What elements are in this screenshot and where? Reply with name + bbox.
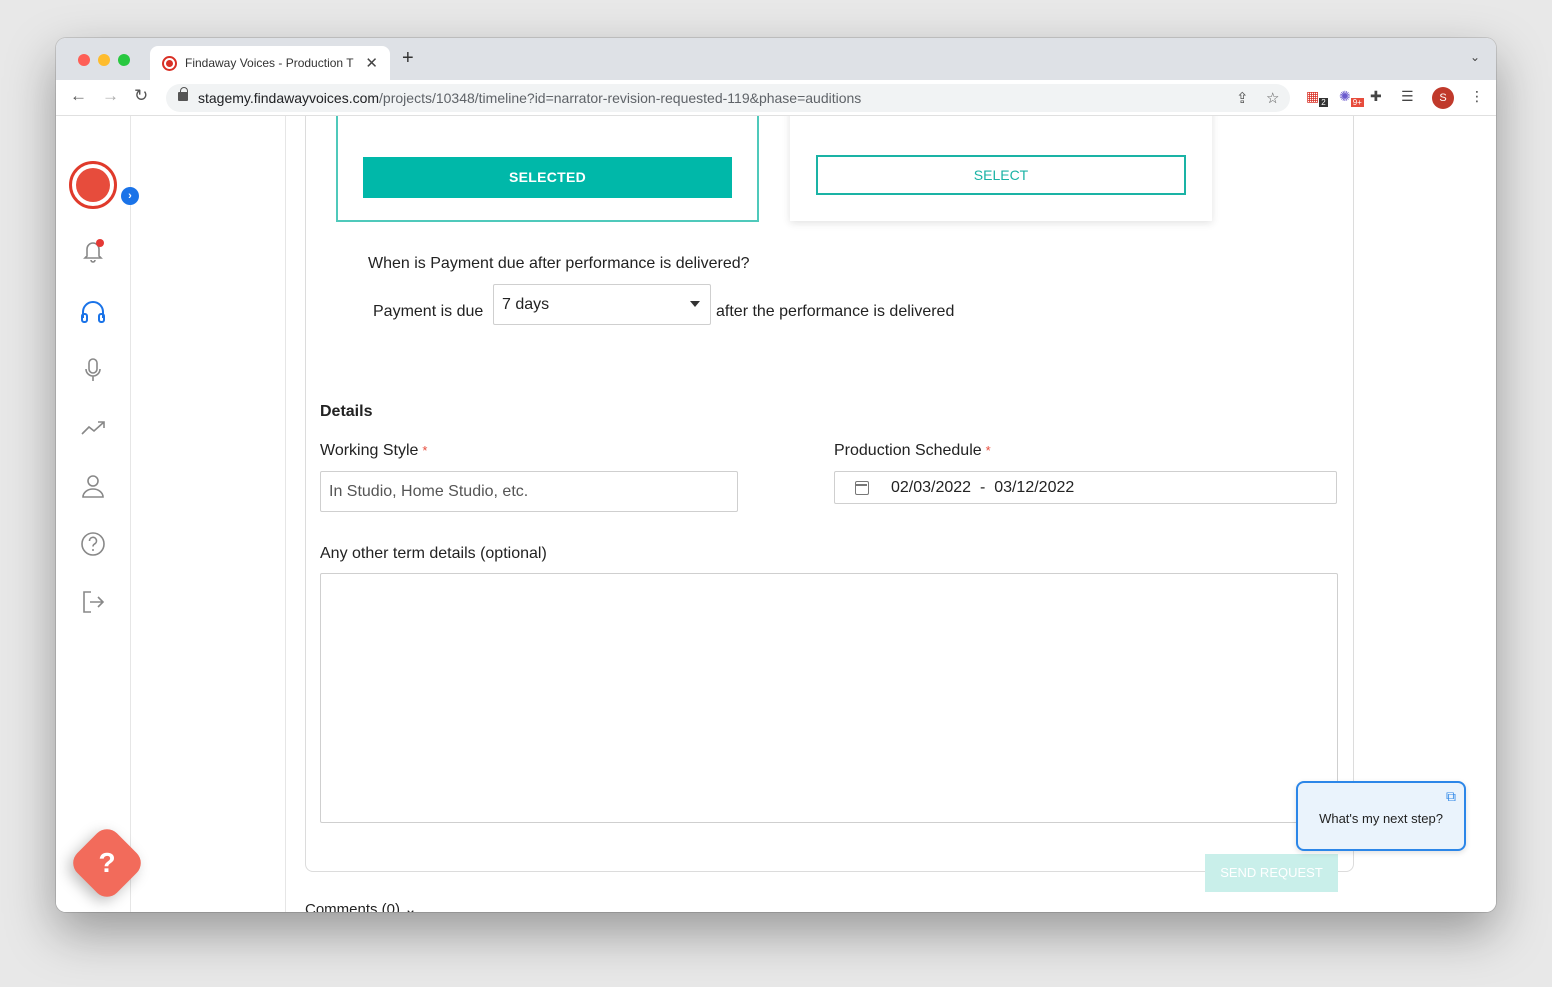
url-text: stagemy.findawayvoices.com/projects/1034… <box>198 90 862 106</box>
lock-icon <box>178 87 188 101</box>
minimize-window-button[interactable] <box>98 54 110 66</box>
calendar-icon <box>855 481 869 495</box>
comments-toggle[interactable]: Comments (0) ⌄ <box>305 900 417 912</box>
browser-window: Findaway Voices - Production T ✕ + ⌄ ← →… <box>56 38 1496 912</box>
working-style-input[interactable]: In Studio, Home Studio, etc. <box>320 471 738 512</box>
notification-bell-icon[interactable] <box>79 237 107 265</box>
headphones-icon[interactable] <box>79 298 107 326</box>
send-request-button[interactable]: SEND REQUEST <box>1205 854 1338 892</box>
payment-due-value: 7 days <box>502 296 550 313</box>
details-heading: Details <box>320 403 373 420</box>
extensions-puzzle-icon[interactable]: ✚ <box>1370 88 1382 105</box>
next-step-text: What's my next step? <box>1319 811 1443 826</box>
required-asterisk: * <box>985 443 991 458</box>
chevron-down-icon: ⌄ <box>404 901 417 912</box>
extension-calendar-icon[interactable]: ▦ 2 <box>1306 88 1328 107</box>
working-style-placeholder: In Studio, Home Studio, etc. <box>329 483 529 500</box>
working-style-label: Working Style * <box>320 442 428 459</box>
help-circle-icon[interactable] <box>79 530 107 558</box>
selected-button[interactable]: SELECTED <box>363 157 732 198</box>
schedule-date-range-text: 02/03/2022 - 03/12/2022 <box>891 479 1075 496</box>
microphone-icon[interactable] <box>79 356 107 384</box>
next-step-widget[interactable]: ⧉ What's my next step? <box>1296 781 1466 851</box>
reading-list-icon[interactable]: ☰ <box>1401 88 1414 105</box>
bookmark-star-icon[interactable]: ☆ <box>1266 89 1279 107</box>
required-asterisk: * <box>422 443 428 458</box>
secondary-sidebar <box>131 116 286 912</box>
payment-prefix-label: Payment is due <box>373 303 484 320</box>
tab-search-chevron-icon[interactable]: ⌄ <box>1470 50 1480 64</box>
back-arrow-icon[interactable]: ← <box>70 86 87 106</box>
share-icon[interactable]: ⇪ <box>1236 89 1249 107</box>
browser-menu-icon[interactable]: ⋮ <box>1470 88 1484 105</box>
page-content: › ? SELECTED SELECT When is Payment due … <box>56 116 1496 912</box>
zoom-window-button[interactable] <box>118 54 130 66</box>
address-bar[interactable]: stagemy.findawayvoices.com/projects/1034… <box>166 84 1290 112</box>
tab-strip: Findaway Voices - Production T ✕ + ⌄ <box>56 38 1496 80</box>
external-link-icon[interactable]: ⧉ <box>1446 788 1456 805</box>
extension-spark-icon[interactable]: ✺ 9+ <box>1339 88 1364 107</box>
profile-avatar[interactable]: S <box>1432 87 1454 109</box>
logout-icon[interactable] <box>79 588 107 616</box>
findaway-logo[interactable] <box>69 161 117 209</box>
other-terms-label: Any other term details (optional) <box>320 545 547 562</box>
new-tab-button[interactable]: + <box>402 47 414 70</box>
caret-down-icon <box>690 301 700 307</box>
tab-close-icon[interactable]: ✕ <box>365 54 378 72</box>
browser-toolbar: ← → ↻ stagemy.findawayvoices.com/project… <box>56 80 1496 116</box>
question-mark-icon: ? <box>98 847 116 878</box>
tab-title: Findaway Voices - Production T <box>185 56 354 70</box>
close-window-button[interactable] <box>78 54 90 66</box>
production-schedule-date-range[interactable]: 02/03/2022 - 03/12/2022 <box>834 471 1337 504</box>
trending-up-icon[interactable] <box>79 414 107 442</box>
other-terms-textarea[interactable] <box>320 573 1338 823</box>
forward-arrow-icon[interactable]: → <box>102 86 119 106</box>
findaway-favicon-icon <box>162 56 177 71</box>
payment-question: When is Payment due after performance is… <box>368 255 750 272</box>
reload-icon[interactable]: ↻ <box>134 86 148 106</box>
payment-suffix-label: after the performance is delivered <box>716 303 955 320</box>
payment-due-select[interactable]: 7 days <box>493 284 711 325</box>
production-schedule-label: Production Schedule * <box>834 442 991 459</box>
user-icon[interactable] <box>79 472 107 500</box>
tab-findaway-voices[interactable]: Findaway Voices - Production T ✕ <box>150 46 390 80</box>
select-button[interactable]: SELECT <box>816 155 1186 195</box>
left-rail: › ? <box>56 116 147 912</box>
